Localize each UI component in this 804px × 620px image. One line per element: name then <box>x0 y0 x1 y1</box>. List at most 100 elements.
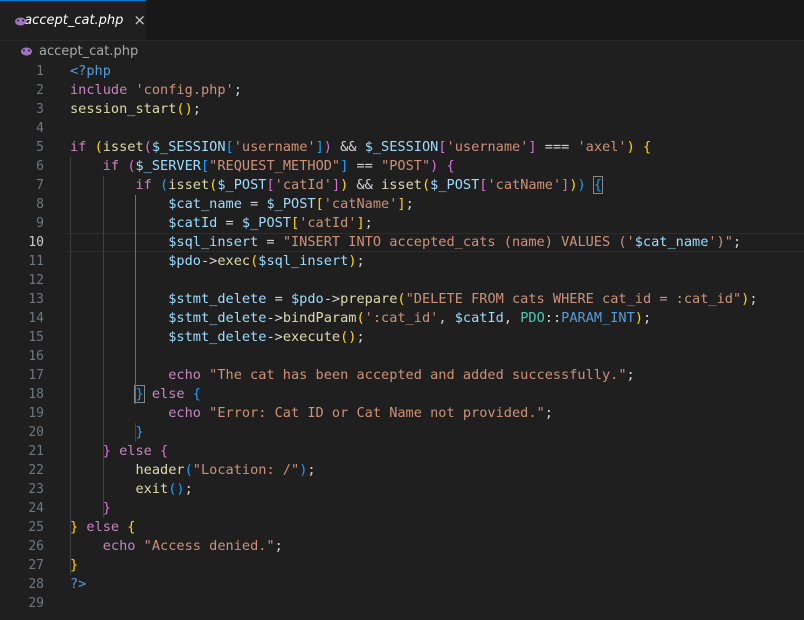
code-token: , <box>438 310 455 326</box>
code-line[interactable] <box>70 594 804 613</box>
code-line[interactable]: } else { <box>70 518 804 537</box>
php-icon <box>20 46 33 56</box>
code-token: $stmt_delete <box>168 329 267 345</box>
code-token: 'catName' <box>323 196 398 212</box>
code-token: ( <box>397 291 406 307</box>
code-editor[interactable]: 1 2 3 4 5 6 7 8 9 10 11 12 13 14 15 16 17 18 19 20 21 22 23 24 2… <box>0 62 804 620</box>
code-token: ; <box>356 329 365 345</box>
code-token: header <box>135 462 185 478</box>
code-line[interactable]: $sql_insert = "INSERT INTO accepted_cats… <box>66 233 804 252</box>
code-line[interactable] <box>70 347 804 366</box>
code-line[interactable]: include 'config.php'; <box>70 81 804 100</box>
line-number: 9 <box>36 216 44 231</box>
code-token: if <box>102 158 128 174</box>
code-token: && <box>348 177 382 193</box>
code-line[interactable]: $stmt_delete->bindParam(':cat_id', $catI… <box>70 309 804 328</box>
code-token: ] <box>315 139 324 155</box>
line-number: 28 <box>28 577 44 592</box>
code-line[interactable]: } <box>70 499 804 518</box>
code-token: $catId <box>454 310 504 326</box>
code-token: { <box>592 176 604 194</box>
code-line[interactable]: } <box>70 423 804 442</box>
code-token: ( <box>356 310 365 326</box>
code-line[interactable] <box>70 119 804 138</box>
code-token: $_SESSION <box>151 139 226 155</box>
code-line[interactable]: echo "Error: Cat ID or Cat Name not prov… <box>70 404 804 423</box>
close-icon[interactable]: × <box>133 13 146 28</box>
code-line[interactable]: $stmt_delete->execute(); <box>70 328 804 347</box>
code-line[interactable]: ?> <box>70 575 804 594</box>
code-token: ( <box>160 177 169 193</box>
code-token: session_start <box>70 101 177 117</box>
code-line[interactable]: echo "The cat has been accepted and adde… <box>70 366 804 385</box>
code-token: prepare <box>340 291 398 307</box>
code-line[interactable]: <?php <box>70 62 804 81</box>
code-token: ) <box>577 177 586 193</box>
code-line[interactable]: $catId = $_POST['catId']; <box>70 214 804 233</box>
code-token: , <box>503 310 521 326</box>
code-line[interactable]: } <box>70 556 804 575</box>
code-line[interactable]: echo "Access denied."; <box>70 537 804 556</box>
code-token: [ <box>266 177 275 193</box>
tab-accept-cat-php[interactable]: accept_cat.php × <box>0 0 146 40</box>
code-token: } <box>102 443 111 459</box>
code-token: 'catId' <box>274 177 332 193</box>
code-token: echo <box>168 405 210 421</box>
code-token: ; <box>405 196 414 212</box>
code-token: == <box>348 158 382 174</box>
indent-guide <box>70 556 71 575</box>
code-token: ] <box>356 215 365 231</box>
code-token: ; <box>626 367 635 383</box>
code-line[interactable]: exit(); <box>70 480 804 499</box>
code-token: ; <box>732 234 742 250</box>
code-token: $_SERVER <box>135 158 201 174</box>
code-token: ( <box>143 139 152 155</box>
code-token: ':cat_id' <box>364 310 439 326</box>
code-line[interactable]: $stmt_delete = $pdo->prepare("DELETE FRO… <box>70 290 804 309</box>
code-line[interactable]: header("Location: /"); <box>70 461 804 480</box>
code-token: $stmt_delete <box>168 310 267 326</box>
code-token: "INSERT INTO accepted_cats (name) VALUES… <box>282 234 635 250</box>
line-number: 12 <box>28 273 44 288</box>
code-token: $catId <box>168 215 218 231</box>
code-token: { <box>446 158 455 174</box>
code-line[interactable]: $cat_name = $_POST['catName']; <box>70 195 804 214</box>
line-number: 2 <box>36 83 44 98</box>
line-number: 17 <box>28 368 44 383</box>
code-token: execute <box>282 329 341 345</box>
code-token: ?> <box>70 576 87 592</box>
code-token: $_POST <box>217 177 267 193</box>
indent-guide <box>70 157 71 556</box>
code-token: ) <box>348 253 357 269</box>
code-token: ; <box>544 405 553 421</box>
breadcrumb-file[interactable]: accept_cat.php <box>39 44 138 59</box>
code-area[interactable]: <?php include 'config.php'; session_start(… <box>66 62 804 613</box>
code-token: exit <box>135 481 169 497</box>
code-token: [ <box>315 196 324 212</box>
code-token: ) <box>323 139 332 155</box>
code-line[interactable] <box>70 271 804 290</box>
code-token: ( <box>184 462 193 478</box>
code-token: isset <box>381 177 422 193</box>
code-line[interactable]: if ($_SERVER["REQUEST_METHOD"] == "POST"… <box>70 157 804 176</box>
line-number: 11 <box>28 254 44 269</box>
code-token: $_POST <box>266 196 316 212</box>
code-line[interactable]: } else { <box>70 385 804 404</box>
code-token: -> <box>266 329 283 345</box>
code-line[interactable]: } else { <box>70 442 804 461</box>
line-number: 23 <box>28 482 44 497</box>
code-line[interactable]: if (isset($_POST['catId']) && isset($_PO… <box>70 176 804 195</box>
code-line[interactable]: session_start(); <box>70 100 804 119</box>
code-token: PDO <box>520 310 545 326</box>
line-number: 25 <box>28 520 44 535</box>
code-line[interactable]: $pdo->exec($sql_insert); <box>70 252 804 271</box>
code-token: exec <box>217 253 251 269</box>
code-line[interactable]: if (isset($_SESSION['username']) && $_SE… <box>70 138 804 157</box>
